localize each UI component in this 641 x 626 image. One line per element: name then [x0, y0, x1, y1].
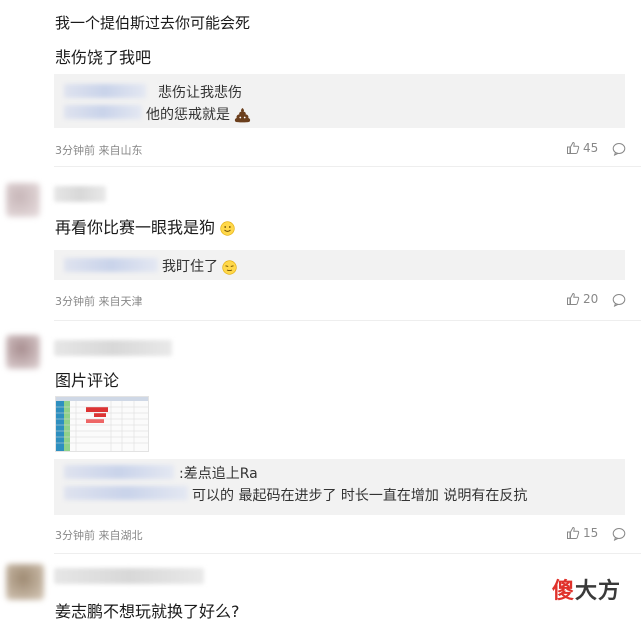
comment-3-like-count: 15 — [583, 526, 599, 540]
thumbs-up-icon — [567, 141, 580, 154]
comment-1-meta: 3分钟前 来自山东 — [55, 144, 143, 157]
comment-2-text-content: 再看你比赛一眼我是狗 — [55, 218, 216, 237]
watermark-logo: 傻大方 — [552, 573, 621, 605]
comment-bubble-icon[interactable] — [612, 527, 626, 541]
comment-3-meta: 3分钟前 来自湖北 — [55, 529, 143, 542]
comment-2-like-count: 20 — [583, 292, 599, 306]
avatar[interactable] — [6, 183, 40, 217]
comment-2-reply-line: 我盯住了 — [162, 256, 238, 276]
comment-1-like-count: 45 — [583, 141, 599, 155]
blurred-username — [64, 84, 146, 98]
poop-emoji-icon — [235, 108, 251, 123]
blurred-username — [64, 258, 158, 272]
blurred-username[interactable] — [54, 186, 106, 202]
blurred-username — [64, 486, 188, 500]
comment-2-reply-text: 我盯住了 — [162, 259, 218, 275]
comment-4-text: 姜志鹏不想玩就换了好么? — [55, 602, 240, 621]
comment-divider — [54, 320, 641, 321]
comment-3-reply-box[interactable]: :差点追上Ra 可以的 最起码在进步了 时长一直在增加 说明有在反抗 — [54, 459, 625, 515]
blurred-username — [64, 105, 142, 119]
blurred-username — [64, 465, 174, 479]
comment-bubble-icon[interactable] — [612, 293, 626, 307]
watermark-part-2: 大方 — [575, 579, 622, 604]
sneaky-emoji-icon — [222, 259, 238, 275]
comment-divider — [54, 166, 641, 167]
avatar[interactable] — [6, 564, 44, 600]
picture-comment-thumbnail[interactable] — [55, 396, 149, 452]
blurred-username[interactable] — [54, 340, 172, 356]
comment-3-reply-line-2: 可以的 最起码在进步了 时长一直在增加 说明有在反抗 — [192, 488, 528, 504]
comment-1-reply-line-2: 他的惩戒就是 — [146, 104, 251, 124]
comment-2-reply-box[interactable]: 我盯住了 — [54, 250, 625, 280]
avatar[interactable] — [6, 335, 40, 369]
thumbs-up-icon — [567, 526, 580, 539]
comment-divider — [54, 553, 641, 554]
smile-emoji-icon — [220, 221, 235, 236]
comment-bubble-icon[interactable] — [612, 142, 626, 156]
comment-1-reply-line-1: 悲伤让我悲伤 — [158, 85, 242, 101]
thumbs-up-icon — [567, 292, 580, 305]
comment-1-reply-line-2-text: 他的惩戒就是 — [146, 107, 230, 123]
spreadsheet-image — [56, 397, 148, 451]
comment-3-text: 图片评论 — [55, 371, 120, 390]
comment-3-like-button[interactable]: 15 — [566, 526, 598, 540]
comment-1-reply-box[interactable]: 悲伤让我悲伤 他的惩戒就是 — [54, 74, 625, 128]
watermark-part-1: 傻 — [552, 579, 576, 604]
comment-3-reply-line-1: :差点追上Ra — [179, 466, 258, 482]
comment-2-text: 再看你比赛一眼我是狗 — [55, 214, 235, 238]
blurred-username[interactable] — [54, 568, 204, 584]
comment-2-like-button[interactable]: 20 — [566, 292, 598, 306]
comment-1-like-button[interactable]: 45 — [566, 141, 598, 155]
comment-2-meta: 3分钟前 来自天津 — [55, 295, 143, 308]
comment-1-text-line-1: 我一个提伯斯过去你可能会死 — [55, 14, 251, 32]
comment-1-text-line-2: 悲伤饶了我吧 — [55, 48, 152, 67]
